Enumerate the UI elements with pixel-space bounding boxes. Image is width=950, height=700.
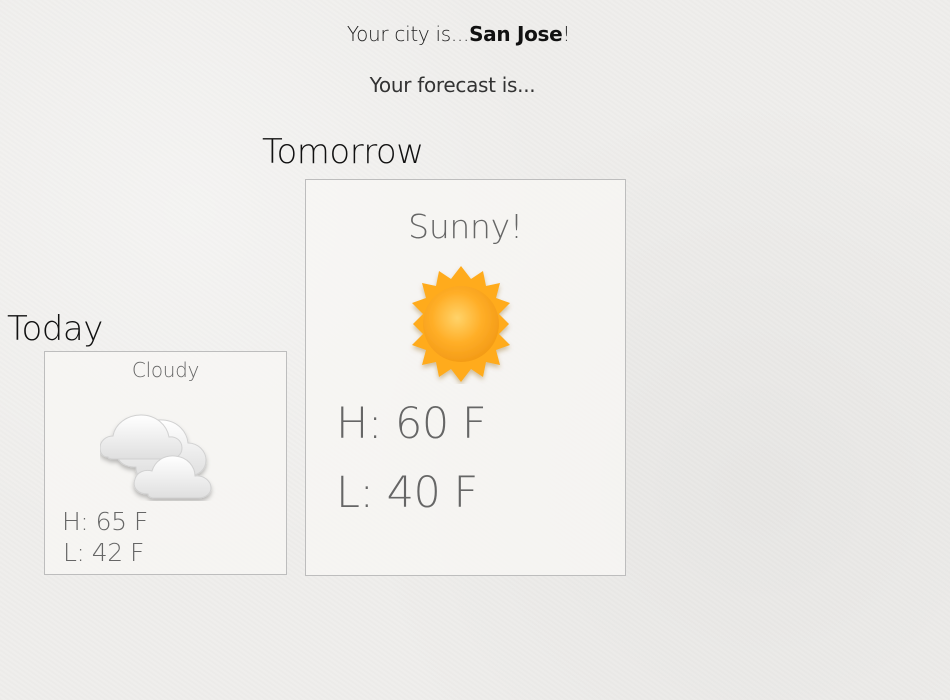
city-suffix: !: [562, 22, 571, 46]
city-name: San Jose: [469, 22, 563, 46]
city-prefix: Your city is...: [346, 22, 470, 46]
tomorrow-low-temp: L: 40 F: [336, 468, 478, 518]
sun-icon: [412, 266, 510, 382]
tomorrow-forecast-card: Sunny! H: 60 F L: 40 F: [305, 179, 626, 576]
tomorrow-high-temp: H: 60 F: [336, 399, 487, 449]
forecast-heading: Your forecast is...: [369, 73, 536, 97]
city-heading: Your city is...San Jose!: [0, 22, 917, 46]
today-high-temp: H: 65 F: [62, 507, 148, 536]
cloud-icon: [100, 414, 212, 499]
tomorrow-condition: Sunny!: [408, 207, 523, 246]
tomorrow-label: Tomorrow: [262, 132, 424, 172]
today-condition: Cloudy: [131, 358, 200, 382]
today-label: Today: [7, 309, 103, 349]
today-forecast-card: Cloudy H: 65 F L: 42 F: [44, 351, 287, 575]
today-low-temp: L: 42 F: [63, 538, 144, 567]
